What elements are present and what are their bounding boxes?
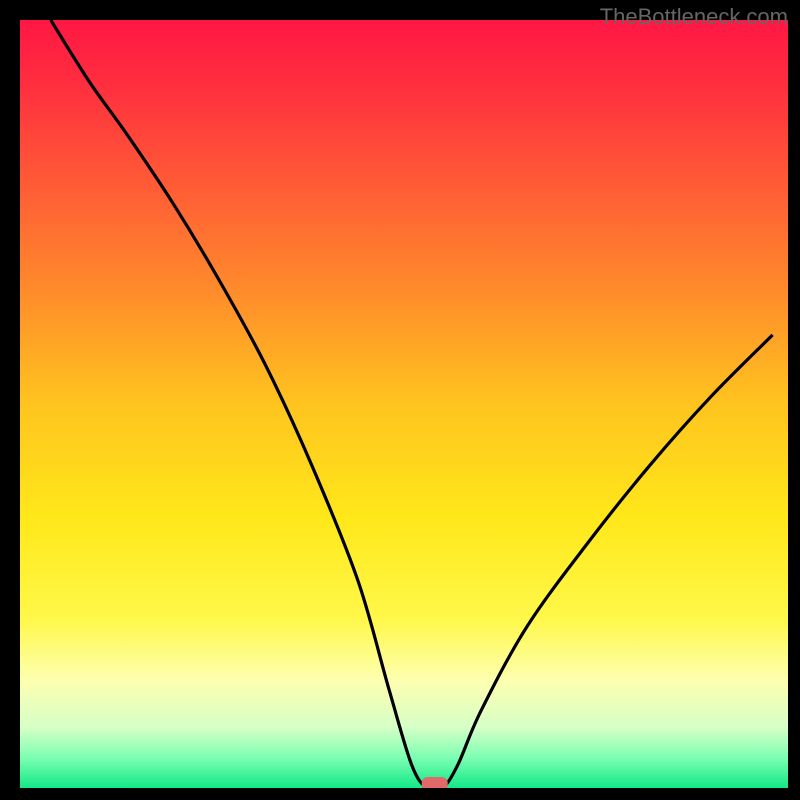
watermark-text: TheBottleneck.com bbox=[600, 4, 788, 30]
gradient-background bbox=[20, 20, 788, 788]
optimal-marker bbox=[422, 777, 448, 788]
chart-container bbox=[20, 20, 788, 788]
bottleneck-chart bbox=[20, 20, 788, 788]
